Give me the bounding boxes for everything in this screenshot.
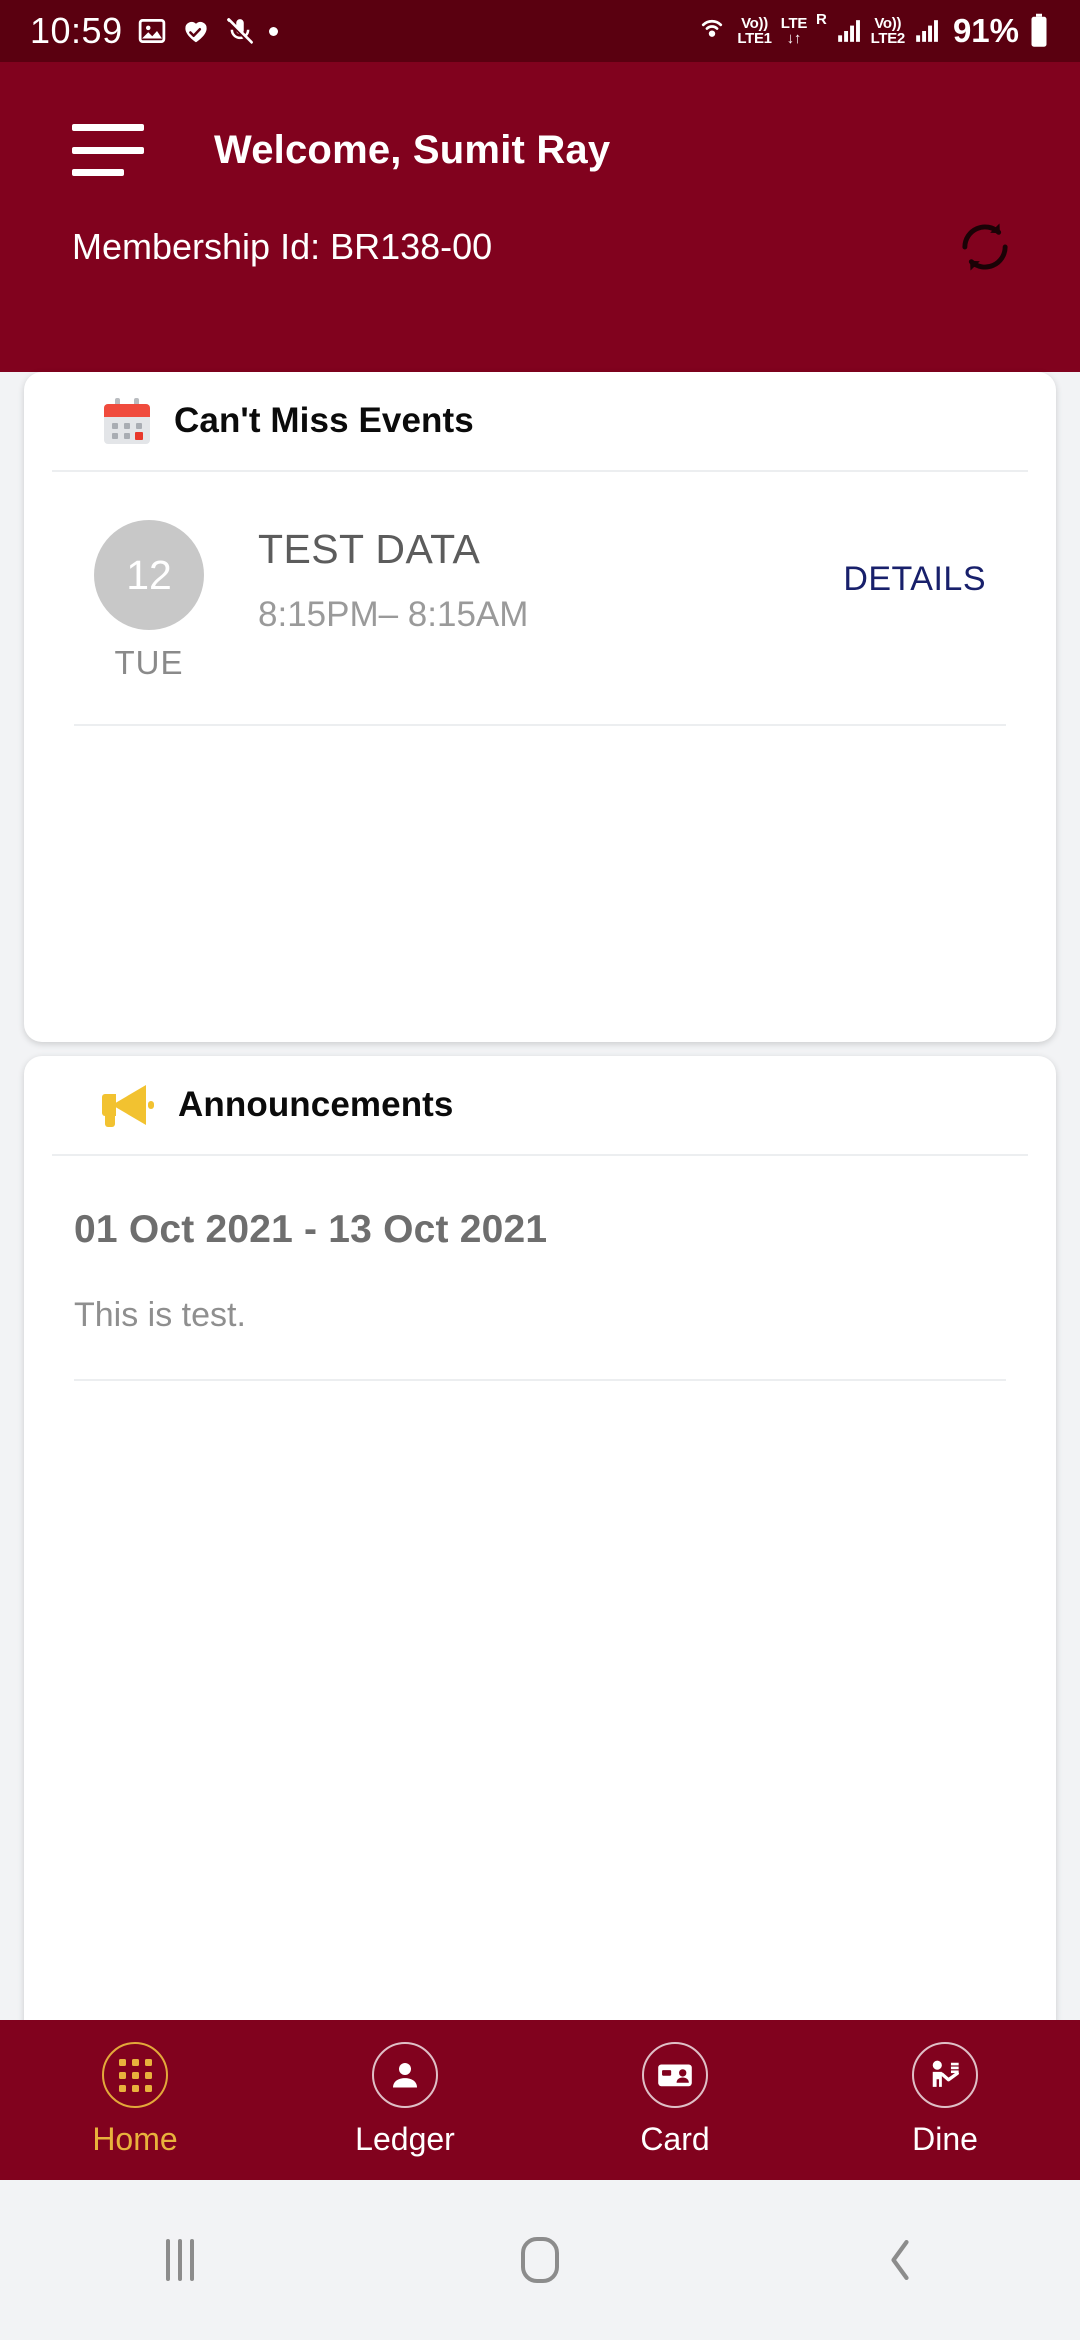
sim2-indicator: Vo)) LTE2 xyxy=(870,15,906,47)
event-date-block: 12 TUE xyxy=(74,520,224,682)
status-bar: 10:59 Vo)) LTE1 LTE ↓↑ R Vo)) LTE2 91% xyxy=(0,0,1080,62)
event-day-name: TUE xyxy=(114,644,184,681)
recents-icon[interactable] xyxy=(0,2239,360,2281)
announcements-card-header: Announcements xyxy=(52,1056,1028,1156)
home-icon[interactable] xyxy=(360,2237,720,2283)
event-list-item[interactable]: 12 TUE TEST DATA 8:15PM– 8:15AM DETAILS xyxy=(74,472,1006,726)
calendar-icon xyxy=(102,396,152,446)
app-screen: 10:59 Vo)) LTE1 LTE ↓↑ R Vo)) LTE2 91% W… xyxy=(0,0,1080,2340)
back-icon[interactable] xyxy=(720,2234,1080,2286)
roaming-indicator: R xyxy=(816,11,827,28)
details-button[interactable]: DETAILS xyxy=(843,560,986,598)
nav-item-home[interactable]: Home xyxy=(0,2042,270,2158)
event-details-block: TEST DATA 8:15PM– 8:15AM xyxy=(224,520,843,635)
nav-label-card: Card xyxy=(640,2121,710,2157)
image-icon xyxy=(137,16,167,46)
signal-bars-icon xyxy=(836,18,862,44)
status-bar-right: Vo)) LTE1 LTE ↓↑ R Vo)) LTE2 91% xyxy=(696,12,1050,50)
page-title: Welcome, Sumit Ray xyxy=(214,127,611,172)
event-title: TEST DATA xyxy=(258,526,481,572)
status-bar-left: 10:59 xyxy=(30,10,278,52)
nav-item-ledger[interactable]: Ledger xyxy=(270,2042,540,2158)
megaphone-icon xyxy=(102,1083,156,1127)
announcement-body: This is test. xyxy=(74,1296,246,1334)
signal-bars-icon-2 xyxy=(914,18,940,44)
nav-item-card[interactable]: Card xyxy=(540,2042,810,2158)
person-icon xyxy=(372,2042,438,2108)
hotspot-icon xyxy=(696,15,728,47)
announcements-card: Announcements 01 Oct 2021 - 13 Oct 2021 … xyxy=(24,1056,1056,2056)
announcements-card-title: Announcements xyxy=(178,1085,454,1124)
membership-id-label: Membership Id: BR138-00 xyxy=(72,226,493,267)
android-system-navigation-bar xyxy=(0,2180,1080,2340)
announcement-date-range: 01 Oct 2021 - 13 Oct 2021 xyxy=(74,1208,548,1251)
hamburger-menu-icon[interactable] xyxy=(72,124,144,176)
data-arrows-icon: ↓↑ xyxy=(786,30,802,47)
lte-roaming-indicator: LTE ↓↑ xyxy=(780,15,808,47)
waiter-icon xyxy=(912,2042,978,2108)
nav-label-ledger: Ledger xyxy=(355,2121,455,2157)
events-card-header: Can't Miss Events xyxy=(52,372,1028,472)
grid-dots-icon xyxy=(102,2042,168,2108)
nav-label-dine: Dine xyxy=(912,2121,978,2157)
header-membership-row: Membership Id: BR138-00 xyxy=(0,214,1080,280)
dot-icon xyxy=(268,26,278,36)
bottom-navigation-bar: Home Ledger Card Dine xyxy=(0,2020,1080,2180)
nav-item-dine[interactable]: Dine xyxy=(810,2042,1080,2158)
sim1-indicator: Vo)) LTE1 xyxy=(737,15,772,47)
heart-health-icon xyxy=(181,16,211,46)
battery-icon xyxy=(1028,13,1050,49)
battery-percent: 91% xyxy=(952,12,1019,49)
event-day-number: 12 xyxy=(94,520,204,630)
cant-miss-events-card: Can't Miss Events 12 TUE TEST DATA 8:15P… xyxy=(24,372,1056,1042)
header-title-row: Welcome, Sumit Ray xyxy=(0,124,1080,176)
event-time: 8:15PM– 8:15AM xyxy=(258,595,529,634)
nav-label-home: Home xyxy=(92,2121,178,2157)
events-card-title: Can't Miss Events xyxy=(174,401,474,440)
status-time: 10:59 xyxy=(30,10,123,51)
event-action-block: DETAILS xyxy=(843,520,1006,599)
mic-muted-icon xyxy=(225,16,255,46)
refresh-icon[interactable] xyxy=(952,214,1018,280)
app-header: Welcome, Sumit Ray Membership Id: BR138-… xyxy=(0,62,1080,372)
announcement-list-item[interactable]: 01 Oct 2021 - 13 Oct 2021 This is test. xyxy=(74,1156,1006,1381)
id-card-icon xyxy=(642,2042,708,2108)
